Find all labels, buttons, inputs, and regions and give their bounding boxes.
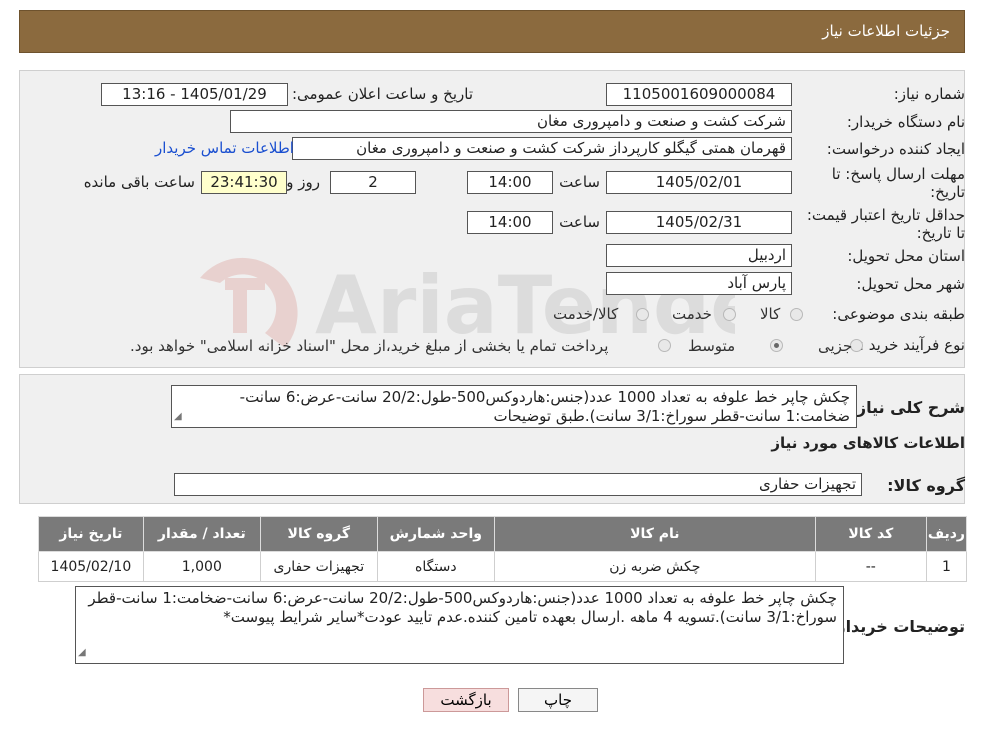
need-number-label: شماره نیاز: xyxy=(893,85,965,103)
summary-textarea[interactable]: چکش چاپر خط علوفه به تعداد 1000 عدد(جنس:… xyxy=(171,385,857,428)
cell-need-date: 1405/02/10 xyxy=(38,551,144,582)
category-label: طبقه بندی موضوعی: xyxy=(832,305,965,323)
category-service-radio[interactable] xyxy=(723,308,736,321)
cell-unit: دستگاه xyxy=(376,551,495,582)
process-label: نوع فرآیند خرید : xyxy=(858,336,965,354)
validity-time-field: 14:00 xyxy=(467,211,553,234)
buyer-notes-label: توضیحات خریدار: xyxy=(829,617,965,636)
watermark-emblem-cap xyxy=(225,278,265,290)
buyer-label: نام دستگاه خریدار: xyxy=(846,113,965,131)
buyer-field: شرکت کشت و صنعت و دامپروری مغان xyxy=(230,110,792,133)
deadline-label: مهلت ارسال پاسخ: تا تاریخ: xyxy=(831,165,965,201)
process-minor-label: جزیی xyxy=(818,337,853,355)
cell-item-group: تجهیزات حفاری xyxy=(259,551,378,582)
process-note: پرداخت تمام یا بخشی از مبلغ خرید،از محل … xyxy=(130,337,609,355)
col-item-group: گروه کالا xyxy=(259,516,378,552)
cell-row-number: 1 xyxy=(925,551,968,582)
remaining-label: ساعت باقی مانده xyxy=(83,173,195,191)
city-field: پارس آباد xyxy=(606,272,792,295)
province-label: استان محل تحویل: xyxy=(847,247,965,265)
validity-label: حداقل تاریخ اعتبار قیمت: تا تاریخ: xyxy=(806,206,965,242)
days-remaining-field: 2 xyxy=(330,171,416,194)
buyer-contact-link[interactable]: اطلاعات تماس خریدار xyxy=(155,139,294,157)
days-label: روز و xyxy=(286,173,320,191)
cell-item-code: -- xyxy=(814,551,927,582)
page-header: جزئیات اطلاعات نیاز xyxy=(19,10,965,53)
page-title: جزئیات اطلاعات نیاز xyxy=(822,22,950,40)
col-item-name: نام کالا xyxy=(493,516,816,552)
goods-group-label: گروه کالا: xyxy=(887,476,965,495)
announce-label: تاریخ و ساعت اعلان عمومی: xyxy=(291,85,473,103)
goods-info-title: اطلاعات کالاهای مورد نیاز xyxy=(771,434,965,452)
city-label: شهر محل تحویل: xyxy=(856,275,965,293)
buyer-notes-text: چکش چاپر خط علوفه به تعداد 1000 عدد(جنس:… xyxy=(88,589,837,626)
back-button[interactable]: بازگشت xyxy=(423,688,509,712)
process-treasury-checkbox[interactable] xyxy=(658,339,671,352)
resize-grip-icon[interactable]: ◢ xyxy=(174,407,182,426)
creator-label: ایجاد کننده درخواست: xyxy=(826,140,965,158)
process-medium-radio[interactable] xyxy=(770,339,783,352)
summary-text: چکش چاپر خط علوفه به تعداد 1000 عدد(جنس:… xyxy=(239,388,850,425)
validity-time-label: ساعت xyxy=(559,213,600,231)
category-service-label: خدمت xyxy=(672,305,712,323)
watermark-emblem-bar xyxy=(233,283,247,333)
announce-field: 1405/01/29 - 13:16 xyxy=(101,83,288,106)
category-goods-radio[interactable] xyxy=(790,308,803,321)
cell-quantity: 1,000 xyxy=(142,551,261,582)
creator-field: قهرمان همتی گیگلو کارپرداز شرکت کشت و صن… xyxy=(292,137,792,160)
remaining-time-field: 23:41:30 xyxy=(201,171,287,194)
col-need-date: تاریخ نیاز xyxy=(38,516,144,552)
col-quantity: تعداد / مقدار xyxy=(142,516,261,552)
need-number-field: 1105001609000084 xyxy=(606,83,792,106)
table-row: 1 -- چکش ضربه زن دستگاه تجهیزات حفاری 1,… xyxy=(38,551,968,582)
goods-group-field: تجهیزات حفاری xyxy=(174,473,862,496)
deadline-time-label: ساعت xyxy=(559,173,600,191)
deadline-time-field: 14:00 xyxy=(467,171,553,194)
table-header-row: ردیف کد کالا نام کالا واحد شمارش گروه کا… xyxy=(38,516,968,552)
col-unit: واحد شمارش xyxy=(376,516,495,552)
summary-label: شرح کلی نیاز: xyxy=(850,398,965,417)
category-goods-service-radio[interactable] xyxy=(636,308,649,321)
validity-date-field: 1405/02/31 xyxy=(606,211,792,234)
resize-grip-icon[interactable]: ◢ xyxy=(78,643,86,662)
print-button[interactable]: چاپ xyxy=(518,688,598,712)
process-medium-label: متوسط xyxy=(688,337,736,355)
col-item-code: کد کالا xyxy=(814,516,927,552)
items-table: ردیف کد کالا نام کالا واحد شمارش گروه کا… xyxy=(38,516,968,582)
buyer-notes-textarea[interactable]: چکش چاپر خط علوفه به تعداد 1000 عدد(جنس:… xyxy=(75,586,844,664)
deadline-date-field: 1405/02/01 xyxy=(606,171,792,194)
col-row-number: ردیف xyxy=(925,516,968,552)
cell-item-name: چکش ضربه زن xyxy=(493,551,816,582)
watermark-emblem-icon xyxy=(200,257,298,348)
category-goods-service-label: کالا/خدمت xyxy=(553,305,619,323)
category-goods-label: کالا xyxy=(760,305,781,323)
province-field: اردبیل xyxy=(606,244,792,267)
